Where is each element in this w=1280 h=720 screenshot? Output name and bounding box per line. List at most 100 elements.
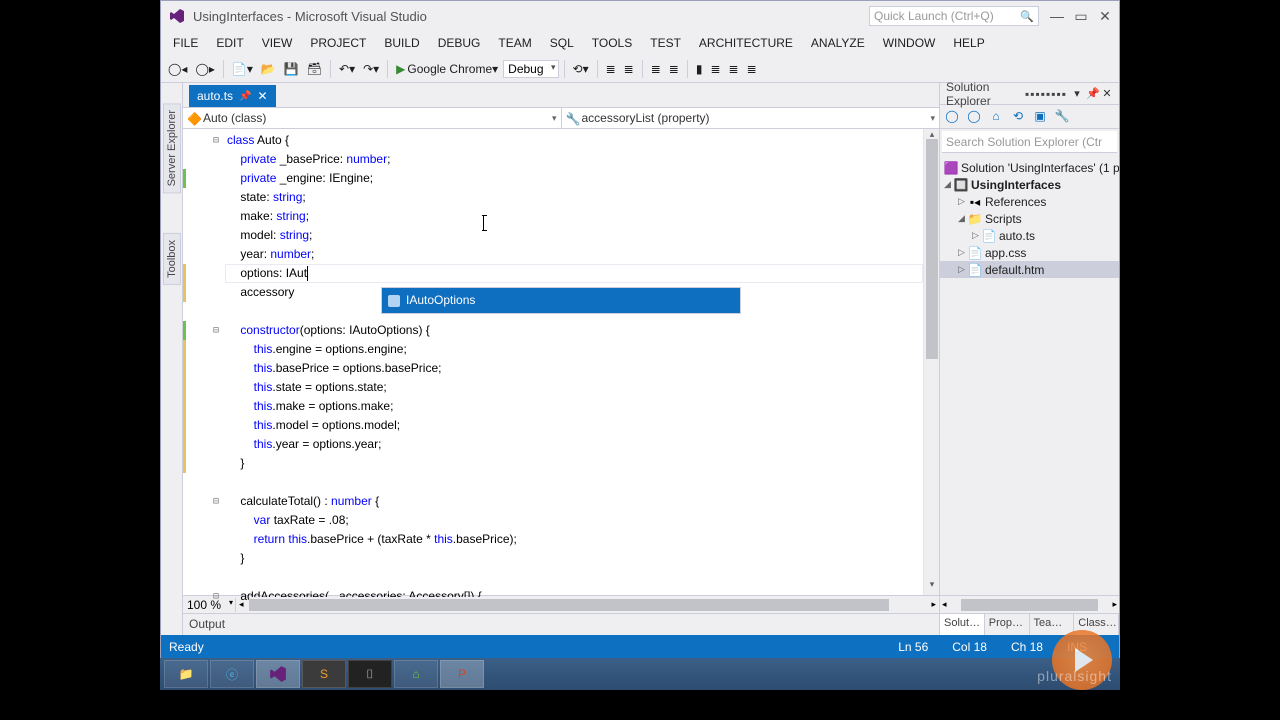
panel-dropdown-button[interactable]: ▾ [1071,87,1083,100]
menu-debug[interactable]: DEBUG [430,33,489,53]
taskbar-explorer[interactable]: 📁 [164,660,208,688]
class-icon: 🔶 [187,112,199,124]
menu-project[interactable]: PROJECT [302,33,374,53]
menu-edit[interactable]: EDIT [208,33,251,53]
redo-button[interactable]: ↷▾ [360,60,382,78]
panel-tab[interactable]: Prop… [985,614,1030,635]
solution-explorer-title: Solution Explorer [946,80,1025,108]
server-explorer-tab[interactable]: Server Explorer [163,103,181,193]
taskbar-cmd[interactable]: ⌷ [348,660,392,688]
close-button[interactable]: ✕ [1099,10,1111,22]
toolbox-tab[interactable]: Toolbox [163,233,181,285]
new-project-button[interactable]: 📄▾ [229,60,256,78]
minimize-button[interactable]: — [1051,10,1063,22]
tree-item[interactable]: ▷📄auto.ts [940,227,1119,244]
menu-team[interactable]: TEAM [490,33,539,53]
status-col: Col 18 [952,640,987,654]
menu-file[interactable]: FILE [165,33,206,53]
tb-misc3[interactable]: ≣ [648,60,664,78]
zoom-combo[interactable]: 100 % [183,598,236,612]
se-fwd-button[interactable]: ◯ [966,109,982,125]
text-cursor-icon [483,215,484,231]
scroll-thumb[interactable] [926,139,938,359]
file-tabs: auto.ts 📌 ✕ [183,83,939,107]
statusbar: Ready Ln 56 Col 18 Ch 18 INS [161,635,1119,659]
window-title: UsingInterfaces - Microsoft Visual Studi… [193,9,869,24]
menu-help[interactable]: HELP [945,33,992,53]
taskbar-home[interactable]: ⌂ [394,660,438,688]
se-collapse-button[interactable]: ▣ [1032,109,1048,125]
panel-tab[interactable]: Solut… [940,614,985,635]
config-combo[interactable]: Debug [503,60,558,78]
status-char: Ch 18 [1011,640,1043,654]
windows-taskbar[interactable]: 📁 ⓔ S ⌷ ⌂ P [160,658,1120,690]
tb-misc4[interactable]: ≣ [666,60,682,78]
tree-item[interactable]: 🟪Solution 'UsingInterfaces' (1 p [940,159,1119,176]
se-horizontal-scrollbar[interactable]: ◂▸ [940,595,1119,613]
open-button[interactable]: 📂 [258,60,279,78]
menu-analyze[interactable]: ANALYZE [803,33,873,53]
run-button[interactable]: ▶Google Chrome ▾ [393,60,501,78]
menu-tools[interactable]: TOOLS [584,33,640,53]
horizontal-scrollbar[interactable] [249,597,927,613]
navigation-bar: 🔶 Auto (class)▾ 🔧 accessoryList (propert… [183,107,939,129]
vs-logo-icon [169,8,185,24]
taskbar-sublime[interactable]: S [302,660,346,688]
pin-icon[interactable]: 📌 [239,91,251,102]
panel-pin-button[interactable]: 📌 [1086,87,1098,100]
menu-window[interactable]: WINDOW [875,33,944,53]
tb-misc2[interactable]: ≣ [621,60,637,78]
left-sidebar: Server Explorer Toolbox [161,83,183,635]
tree-item[interactable]: ▷▪◂References [940,193,1119,210]
menu-build[interactable]: BUILD [376,33,427,53]
nav-class-combo[interactable]: 🔶 Auto (class)▾ [183,108,562,128]
se-home-button[interactable]: ⌂ [988,109,1004,125]
tb-misc1[interactable]: ≣ [603,60,619,78]
save-button[interactable]: 💾 [281,60,302,78]
se-back-button[interactable]: ◯ [944,109,960,125]
file-tab-auto-ts[interactable]: auto.ts 📌 ✕ [189,85,276,107]
property-icon: 🔧 [566,112,578,124]
nav-member-combo[interactable]: 🔧 accessoryList (property)▾ [562,108,940,128]
nav-fwd-button[interactable]: ◯▸ [192,60,217,78]
maximize-button[interactable]: ▭ [1075,10,1087,22]
code-editor[interactable]: IAutoOptions class Auto { private _baseP… [225,129,923,595]
quick-launch-input[interactable]: Quick Launch (Ctrl+Q)🔍 [869,6,1039,26]
panel-close-button[interactable]: ✕ [1101,87,1113,100]
taskbar-powerpoint[interactable]: P [440,660,484,688]
solution-tree[interactable]: 🟪Solution 'UsingInterfaces' (1 p◢🔲UsingI… [940,155,1119,595]
tree-item[interactable]: ◢📁Scripts [940,210,1119,227]
scroll-right-icon[interactable]: ▸ [928,599,939,610]
vertical-scrollbar[interactable]: ▴ ▾ [923,129,939,595]
save-all-button[interactable]: 🗃 [304,60,325,78]
intellisense-popup[interactable]: IAutoOptions [381,287,741,314]
taskbar-ie[interactable]: ⓔ [210,660,254,688]
tb-misc8[interactable]: ≣ [744,60,760,78]
tree-item[interactable]: ◢🔲UsingInterfaces [940,176,1119,193]
tree-item[interactable]: ▷📄app.css [940,244,1119,261]
se-refresh-button[interactable]: ⟲ [1010,109,1026,125]
menu-sql[interactable]: SQL [542,33,582,53]
tb-misc7[interactable]: ≣ [726,60,742,78]
close-tab-button[interactable]: ✕ [257,89,267,103]
se-search-input[interactable]: Search Solution Explorer (Ctr [942,131,1117,153]
se-toolbar: ◯ ◯ ⌂ ⟲ ▣ 🔧 [940,105,1119,129]
menu-architecture[interactable]: ARCHITECTURE [691,33,801,53]
scroll-down-icon[interactable]: ▾ [924,579,940,595]
taskbar-vs[interactable] [256,660,300,688]
intellisense-item[interactable]: IAutoOptions [382,288,740,313]
tb-misc5[interactable]: ▮ [693,60,706,78]
tb-misc6[interactable]: ≣ [707,60,723,78]
solution-explorer: Solution Explorer ▪▪▪▪▪▪▪▪ ▾ 📌 ✕ ◯ ◯ ⌂ ⟲… [939,83,1119,635]
output-panel-header[interactable]: Output [183,613,939,635]
se-props-button[interactable]: 🔧 [1054,109,1070,125]
menu-view[interactable]: VIEW [254,33,301,53]
menu-test[interactable]: TEST [642,33,689,53]
nav-back-button[interactable]: ◯◂ [165,60,190,78]
panel-tab[interactable]: Tea… [1030,614,1075,635]
code-gutter: ⊟⊟⊟⊟ [183,129,225,595]
undo-button[interactable]: ↶▾ [336,60,358,78]
browser-link-button[interactable]: ⟲▾ [570,60,592,78]
tree-item[interactable]: ▷📄default.htm [940,261,1119,278]
interface-icon [388,295,400,307]
